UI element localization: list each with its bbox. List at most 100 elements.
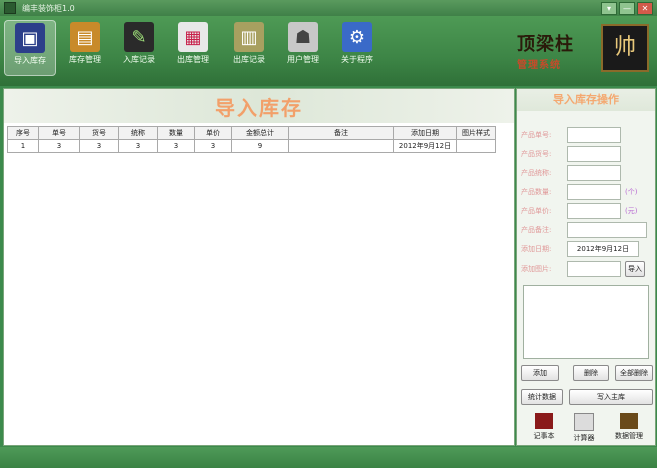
- date-picker[interactable]: 2012年9月12日: [567, 241, 639, 257]
- folder-icon: ▥: [234, 22, 264, 52]
- column-header[interactable]: 图片样式: [456, 126, 496, 140]
- title-bar: 编丰装饰柜1.0 ▾ — ✕: [0, 0, 657, 16]
- brand-name: 顶梁柱: [517, 34, 574, 55]
- remark-input[interactable]: [567, 222, 647, 238]
- minimize-button[interactable]: —: [619, 2, 635, 15]
- table-cell[interactable]: 3: [157, 139, 195, 153]
- network-icon: ⚙: [342, 22, 372, 52]
- table-row[interactable]: 1 3 3 3 3 3 9 2012年9月12日: [7, 139, 496, 153]
- field-label: 产品单价:: [521, 207, 552, 215]
- table-cell[interactable]: 2012年9月12日: [393, 139, 457, 153]
- cards-icon: ▦: [178, 22, 208, 52]
- stats-button[interactable]: 统计数据: [521, 389, 563, 405]
- delete-button[interactable]: 删除: [573, 365, 609, 381]
- field-label: 添加图片:: [521, 265, 552, 273]
- window-controls: ▾ — ✕: [601, 2, 653, 15]
- tool-out-manage[interactable]: ▦ 出库管理: [168, 20, 218, 74]
- field-remark: 产品备注:: [521, 222, 647, 238]
- field-label: 产品单号:: [521, 131, 552, 139]
- field-name: 产品统称:: [521, 165, 621, 181]
- tool-label: 入库记录: [123, 55, 155, 64]
- field-label: 产品货号:: [521, 150, 552, 158]
- table-cell[interactable]: 9: [231, 139, 289, 153]
- database-icon: [620, 413, 638, 429]
- tool-label: 库存管理: [69, 55, 101, 64]
- delete-all-button[interactable]: 全部删除: [615, 365, 653, 381]
- stock-panel-header: 导入库存: [4, 89, 514, 123]
- notebook-shortcut[interactable]: 记事本: [529, 413, 559, 441]
- brand-area: 顶梁柱 管理系统 帅: [507, 16, 657, 86]
- add-button[interactable]: 添加: [521, 365, 559, 381]
- stock-table[interactable]: 序号 单号 货号 统称 数量 单价 金额总计 备注 添加日期 图片样式 1 3 …: [7, 126, 496, 153]
- write-main-button[interactable]: 写入主库: [569, 389, 653, 405]
- tool-label: 关于程序: [341, 55, 373, 64]
- close-button[interactable]: ✕: [637, 2, 653, 15]
- field-order-no: 产品单号:: [521, 127, 621, 143]
- field-label: 产品备注:: [521, 226, 552, 234]
- table-cell[interactable]: 3: [194, 139, 232, 153]
- item-no-input[interactable]: [567, 146, 621, 162]
- brand-logo: 帅: [601, 24, 649, 72]
- tool-user-manage[interactable]: ☗ 用户管理: [278, 20, 328, 74]
- tool-in-records[interactable]: ✎ 入库记录: [114, 20, 164, 74]
- column-header[interactable]: 统称: [118, 126, 158, 140]
- notebook-icon: ✎: [124, 22, 154, 52]
- page-title: 导入库存: [215, 95, 303, 120]
- tool-out-records[interactable]: ▥ 出库记录: [224, 20, 274, 74]
- tool-label: 用户管理: [287, 55, 319, 64]
- stock-panel: 导入库存 序号 单号 货号 统称 数量 单价 金额总计 备注 添加日期 图片样式…: [3, 88, 515, 446]
- brand-subtitle: 管理系统: [517, 60, 561, 71]
- tool-stock-manage[interactable]: ▤ 库存管理: [60, 20, 110, 74]
- order-no-input[interactable]: [567, 127, 621, 143]
- field-item-no: 产品货号:: [521, 146, 621, 162]
- tool-label: 导入库存: [14, 56, 46, 65]
- table-cell[interactable]: 1: [7, 139, 39, 153]
- image-preview-box: [523, 285, 649, 359]
- table-header-row: 序号 单号 货号 统称 数量 单价 金额总计 备注 添加日期 图片样式: [7, 126, 496, 140]
- column-header[interactable]: 单号: [38, 126, 80, 140]
- notebook-icon: [535, 413, 553, 429]
- shortcut-label: 记事本: [533, 432, 555, 440]
- quantity-unit: (个): [625, 188, 638, 196]
- quantity-input[interactable]: [567, 184, 621, 200]
- field-price: 产品单价: (元): [521, 203, 637, 219]
- field-date: 添加日期: 2012年9月12日: [521, 241, 639, 257]
- status-bar: [0, 447, 657, 468]
- calculator-shortcut[interactable]: 计算器: [569, 413, 599, 443]
- table-cell[interactable]: 3: [38, 139, 80, 153]
- operation-panel-title: 导入库存操作: [517, 89, 655, 111]
- app-icon: [4, 2, 16, 14]
- column-header[interactable]: 序号: [7, 126, 39, 140]
- shortcut-label: 计算器: [573, 434, 595, 442]
- price-unit: (元): [625, 207, 638, 215]
- column-header[interactable]: 备注: [288, 126, 394, 140]
- field-quantity: 产品数量: (个): [521, 184, 637, 200]
- table-cell[interactable]: 3: [118, 139, 158, 153]
- tool-about[interactable]: ⚙ 关于程序: [332, 20, 382, 74]
- window-title: 编丰装饰柜1.0: [22, 3, 75, 13]
- tool-import-stock[interactable]: ▣ 导入库存: [4, 20, 56, 76]
- column-header[interactable]: 货号: [79, 126, 119, 140]
- suitcase-icon: ▣: [15, 23, 45, 53]
- menu-dropdown-button[interactable]: ▾: [601, 2, 617, 15]
- field-image: 添加图片: 导入: [521, 261, 645, 277]
- import-image-button[interactable]: 导入: [625, 261, 645, 277]
- table-cell[interactable]: [456, 139, 496, 153]
- column-header[interactable]: 金额总计: [231, 126, 289, 140]
- wallet-icon: ▤: [70, 22, 100, 52]
- shortcut-label: 数据管理: [615, 432, 643, 440]
- data-manage-shortcut[interactable]: 数据管理: [609, 413, 649, 441]
- field-label: 产品统称:: [521, 169, 552, 177]
- column-header[interactable]: 数量: [157, 126, 195, 140]
- name-input[interactable]: [567, 165, 621, 181]
- users-icon: ☗: [288, 22, 318, 52]
- column-header[interactable]: 单价: [194, 126, 232, 140]
- tool-label: 出库记录: [233, 55, 265, 64]
- table-cell[interactable]: 3: [79, 139, 119, 153]
- table-cell[interactable]: [288, 139, 394, 153]
- price-input[interactable]: [567, 203, 621, 219]
- field-label: 产品数量:: [521, 188, 552, 196]
- field-label: 添加日期:: [521, 245, 552, 253]
- column-header[interactable]: 添加日期: [393, 126, 457, 140]
- image-path-input[interactable]: [567, 261, 621, 277]
